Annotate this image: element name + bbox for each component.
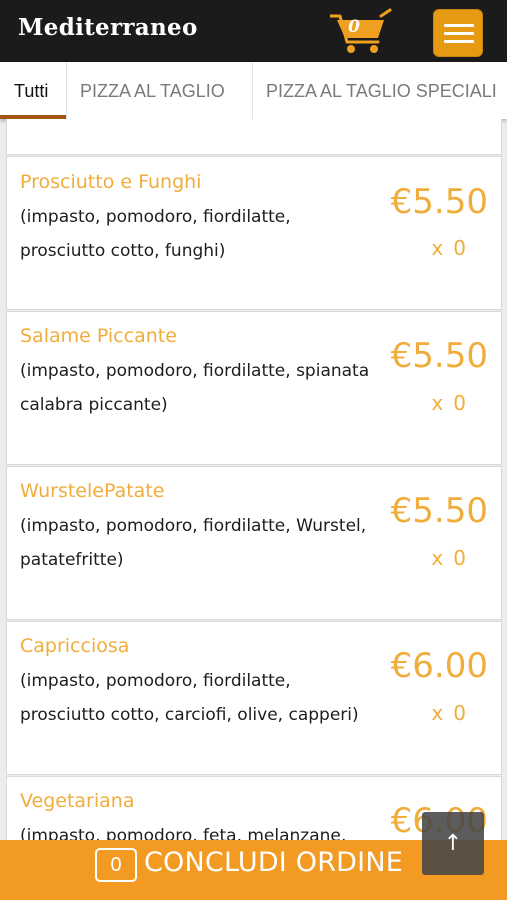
hamburger-menu-icon xyxy=(444,40,474,43)
item-description-line: (impasto, pomodoro, fiordilatte, xyxy=(20,671,291,691)
item-description-line: (impasto, pomodoro, fiordilatte, xyxy=(20,207,291,227)
scroll-to-top-button[interactable]: ↑ xyxy=(422,812,484,875)
item-quantity[interactable]: x0 xyxy=(431,546,466,570)
item-quantity[interactable]: x0 xyxy=(431,236,466,260)
hamburger-menu-icon xyxy=(444,32,474,35)
item-quantity[interactable]: x0 xyxy=(431,701,466,725)
app-title[interactable]: Mediterraneo xyxy=(18,14,198,41)
tab-tutti[interactable]: Tutti xyxy=(14,62,48,119)
tab-pizza-al-taglio[interactable]: PIZZA AL TAGLIO xyxy=(80,62,225,119)
tab-pizza-al-taglio-speciali[interactable]: PIZZA AL TAGLIO SPECIALI xyxy=(266,62,497,119)
menu-item-card: Salame Piccante (impasto, pomodoro, fior… xyxy=(6,311,502,465)
quantity-multiplier: x xyxy=(431,701,444,725)
quantity-value: 0 xyxy=(453,391,466,415)
item-price: €5.50 xyxy=(390,491,488,531)
category-tabs: Tutti PIZZA AL TAGLIO PIZZA AL TAGLIO SP… xyxy=(0,62,507,119)
item-description: (impasto, pomodoro, fiordilatte, spianat… xyxy=(20,354,385,422)
item-description: (impasto, pomodoro, fiordilatte, Wurstel… xyxy=(20,509,385,577)
item-description-line: patatefritte) xyxy=(20,550,124,570)
item-price: €5.50 xyxy=(390,336,488,376)
item-name[interactable]: Capricciosa xyxy=(20,635,129,657)
item-description-line: prosciutto cotto, carciofi, olive, cappe… xyxy=(20,705,359,725)
top-navbar: Mediterraneo 0 xyxy=(0,0,507,62)
quantity-value: 0 xyxy=(453,236,466,260)
item-name[interactable]: Prosciutto e Funghi xyxy=(20,171,201,193)
item-description-line: (impasto, pomodoro, feta, melanzane, xyxy=(20,826,347,840)
conclude-order-label: CONCLUDI ORDINE xyxy=(144,847,403,878)
item-description-line: calabra piccante) xyxy=(20,395,168,415)
item-price: €5.50 xyxy=(390,182,488,222)
cart-count: 0 xyxy=(348,17,360,37)
menu-list[interactable]: Prosciutto e Funghi (impasto, pomodoro, … xyxy=(0,119,507,840)
item-description-line: (impasto, pomodoro, fiordilatte, spianat… xyxy=(20,361,370,381)
menu-item-card: Prosciutto e Funghi (impasto, pomodoro, … xyxy=(6,156,502,310)
item-price: €6.00 xyxy=(390,646,488,686)
order-count-badge: 0 xyxy=(95,848,137,882)
hamburger-menu-icon xyxy=(444,24,474,27)
quantity-multiplier: x xyxy=(431,236,444,260)
quantity-multiplier: x xyxy=(431,546,444,570)
item-description: (impasto, pomodoro, fiordilatte, prosciu… xyxy=(20,200,385,268)
item-description-line: prosciutto cotto, funghi) xyxy=(20,241,226,261)
tab-divider xyxy=(66,62,67,119)
quantity-value: 0 xyxy=(453,701,466,725)
item-name[interactable]: Salame Piccante xyxy=(20,325,177,347)
menu-item-card: WurstelePatate (impasto, pomodoro, fiord… xyxy=(6,466,502,620)
quantity-multiplier: x xyxy=(431,391,444,415)
item-name[interactable]: WurstelePatate xyxy=(20,480,164,502)
menu-item-card-partial xyxy=(6,119,502,155)
menu-button[interactable] xyxy=(433,9,483,57)
menu-item-card: Capricciosa (impasto, pomodoro, fiordila… xyxy=(6,621,502,775)
item-name[interactable]: Vegetariana xyxy=(20,790,134,812)
quantity-value: 0 xyxy=(453,546,466,570)
tab-divider xyxy=(252,62,253,119)
item-description-line: (impasto, pomodoro, fiordilatte, Wurstel… xyxy=(20,516,367,536)
cart-button[interactable]: 0 xyxy=(330,8,392,56)
item-description: (impasto, pomodoro, feta, melanzane, xyxy=(20,819,385,840)
item-quantity[interactable]: x0 xyxy=(431,391,466,415)
arrow-up-icon: ↑ xyxy=(443,831,463,856)
item-description: (impasto, pomodoro, fiordilatte, prosciu… xyxy=(20,664,385,732)
